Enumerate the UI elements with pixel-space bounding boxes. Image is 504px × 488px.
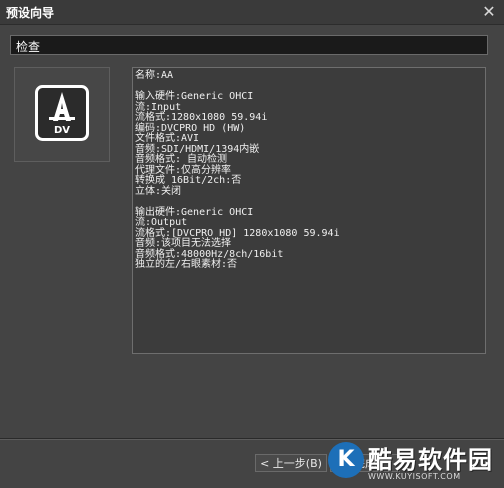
window-title: 预设向导	[6, 6, 55, 20]
dv-icon-caption: DV	[54, 125, 70, 136]
preset-icon-panel: DV	[14, 67, 110, 162]
close-button[interactable]: ✕	[478, 2, 500, 22]
back-button[interactable]: < 上一步(B)	[255, 454, 327, 472]
summary-line: 转换成 16Bit/2ch:否	[135, 175, 242, 186]
summary-text-area[interactable]: 名称:AA 输入硬件:Generic OHCI 流:Input 流格式:1280x10…	[132, 67, 486, 354]
summary-line: 输出硬件:Generic OHCI	[135, 206, 254, 218]
summary-line: 立体:关闭	[135, 185, 182, 197]
summary-line: 音频格式: 自动检测	[135, 154, 228, 165]
watermark-brand: 酷易软件园	[368, 446, 493, 474]
summary-line: 名称:AA	[135, 70, 174, 81]
summary-line: 流:Output	[135, 217, 188, 228]
section-label: 检查	[16, 40, 41, 54]
watermark: K 酷易软件园 WWW.KUYISOFT.COM	[328, 438, 504, 488]
summary-line	[135, 197, 485, 208]
title-bar: 预设向导 ✕	[0, 0, 504, 25]
summary-line: 输入硬件:Generic OHCI	[135, 91, 254, 102]
summary-line: 流格式:1280x1080 59.94i	[135, 112, 268, 123]
summary-line: 文件格式:AVI	[135, 133, 200, 144]
section-header: 检查	[10, 35, 488, 55]
watermark-logo-icon: K	[328, 442, 364, 478]
summary-line: 音频:该项目无法选择	[135, 238, 232, 249]
watermark-url: WWW.KUYISOFT.COM	[368, 472, 461, 481]
summary-line: 独立的左/右眼素材:否	[135, 259, 238, 270]
dv-icon: DV	[35, 85, 89, 141]
